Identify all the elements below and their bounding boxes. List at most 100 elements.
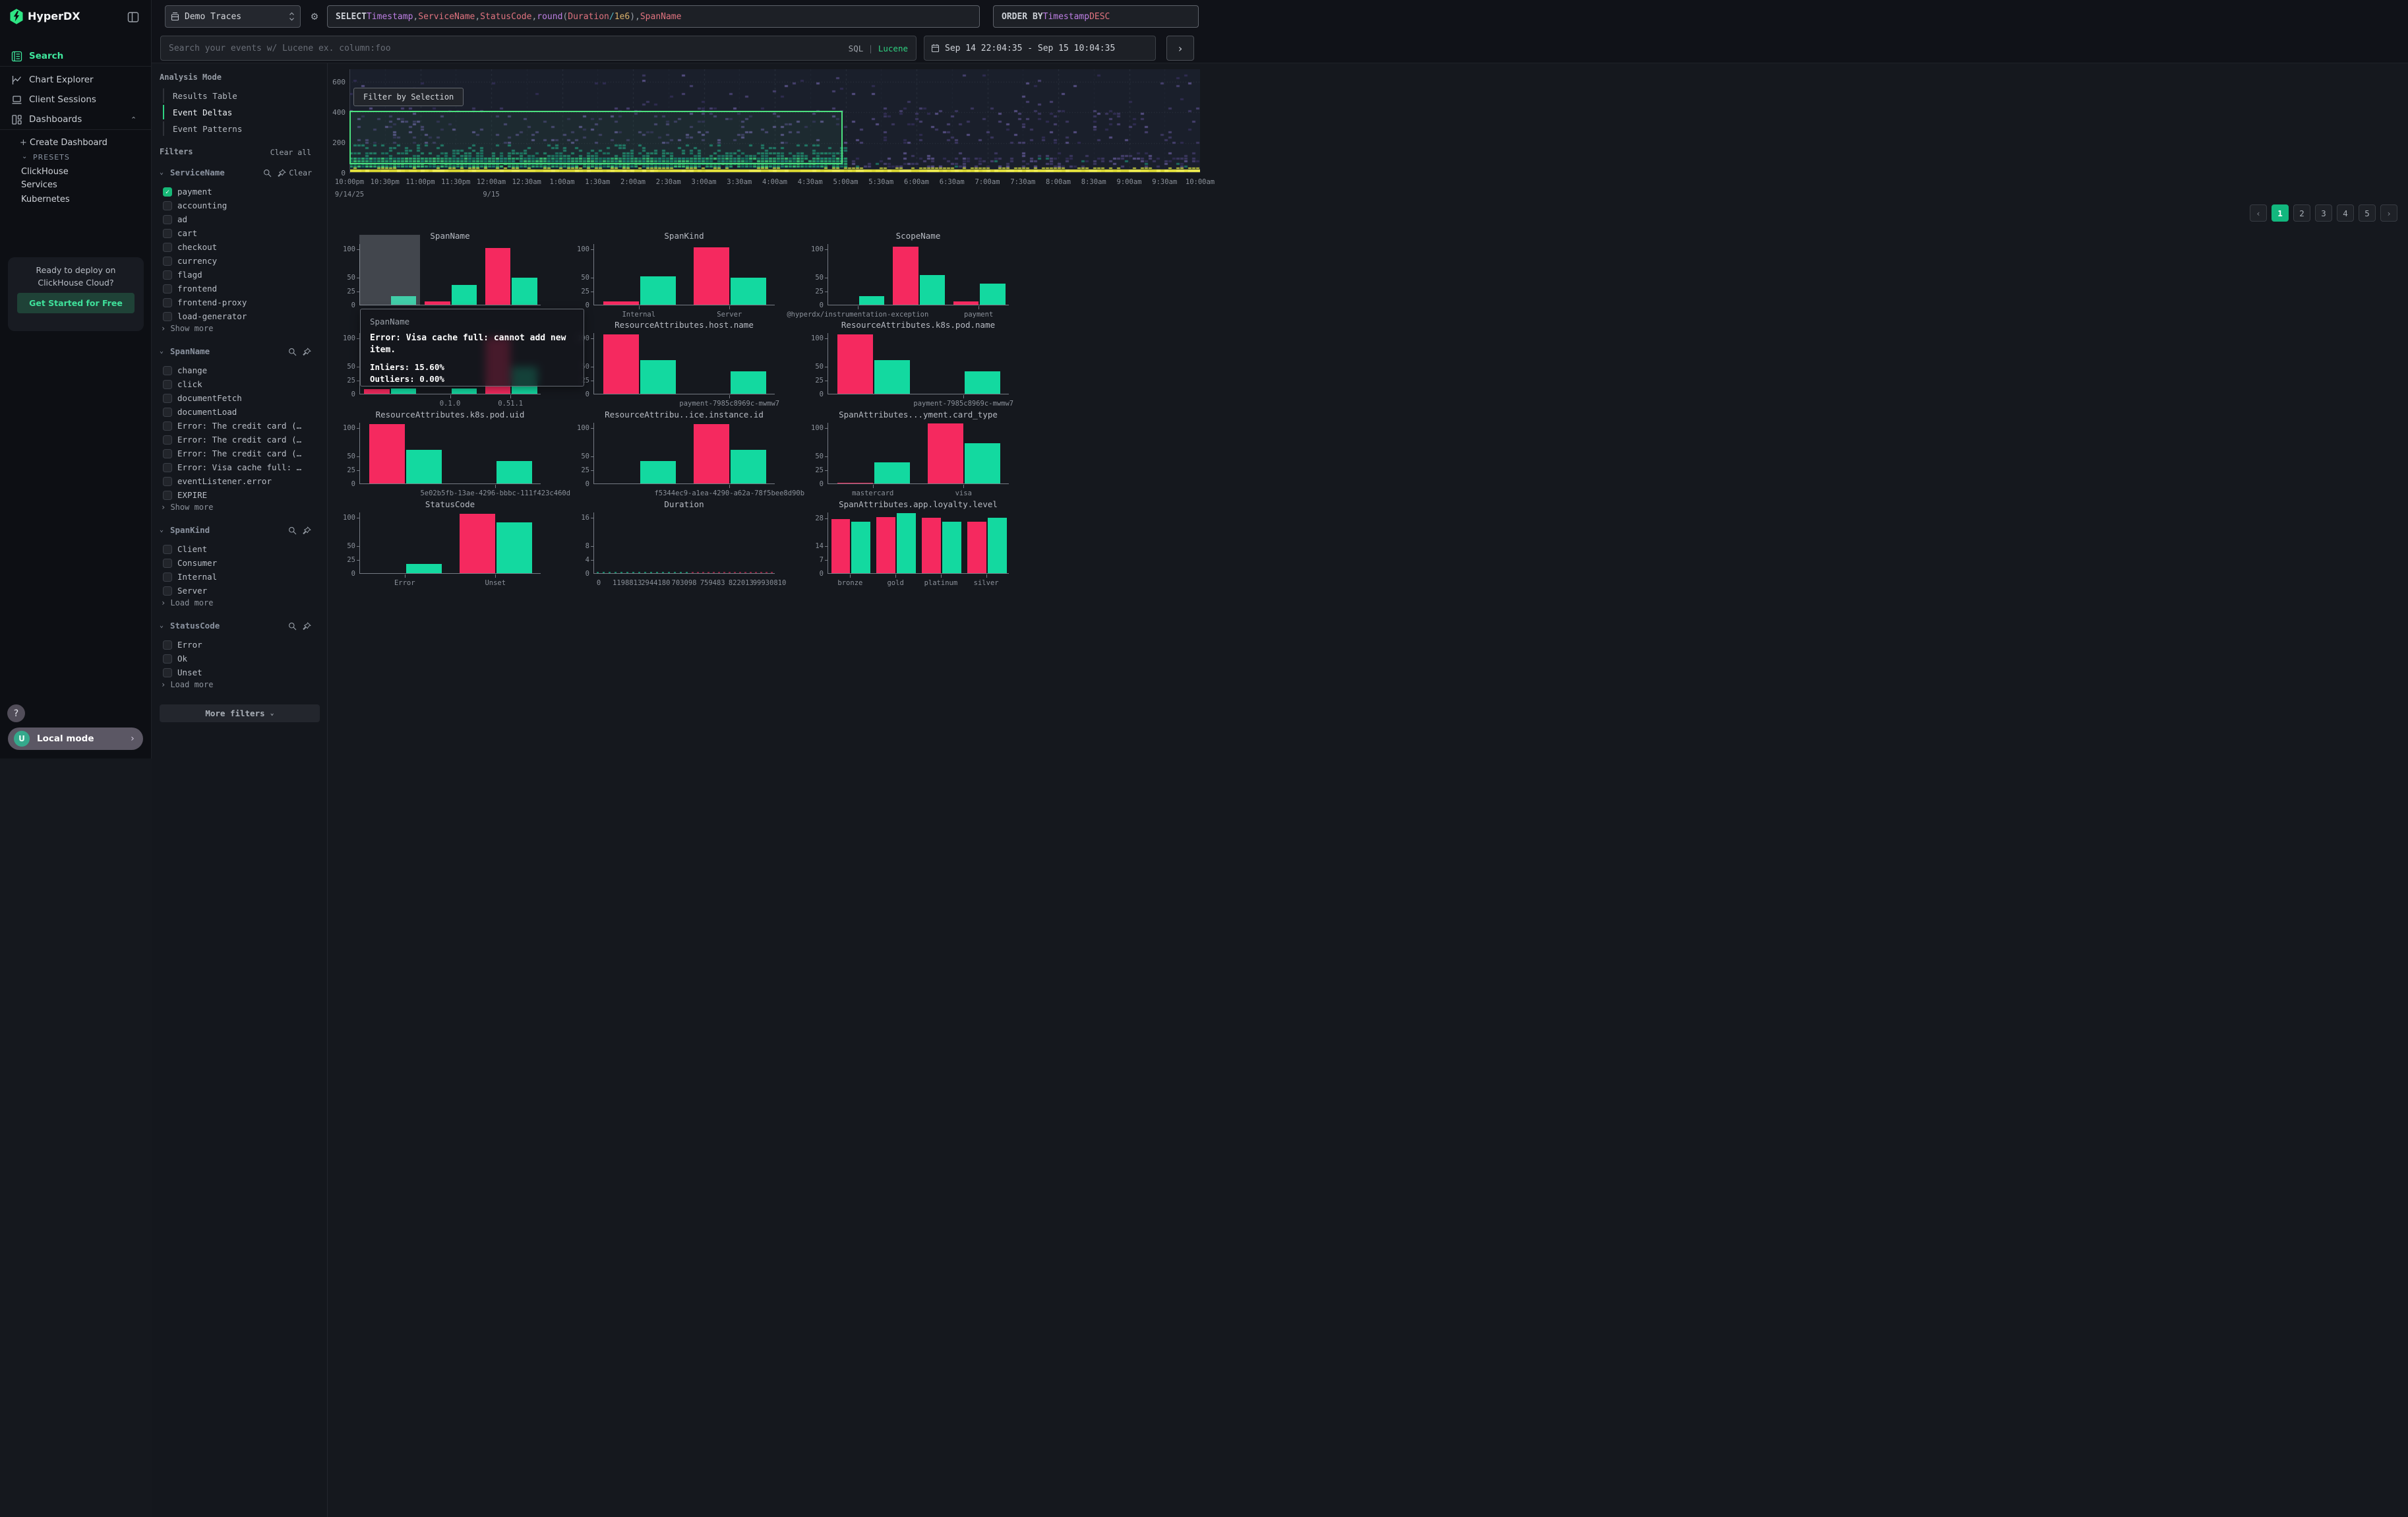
checkbox-unchecked[interactable] <box>163 463 172 472</box>
filter-option[interactable]: Internal <box>152 571 328 584</box>
filter-option[interactable]: currency <box>152 255 328 268</box>
analysis-mode-event-patterns[interactable]: Event Patterns <box>163 121 308 136</box>
page-button-3[interactable]: 3 <box>2315 204 2332 222</box>
checkbox-unchecked[interactable] <box>163 408 172 417</box>
filter-option[interactable]: Error <box>152 638 328 652</box>
filter-group-spanname[interactable]: ⌄SpanName <box>152 346 328 359</box>
checkbox-unchecked[interactable] <box>163 586 172 596</box>
filter-by-selection-button[interactable]: Filter by Selection <box>353 88 464 106</box>
filter-option[interactable]: frontend-proxy <box>152 296 328 310</box>
checkbox-unchecked[interactable] <box>163 312 172 321</box>
filter-option[interactable]: Consumer <box>152 557 328 571</box>
page-button-5[interactable]: 5 <box>2359 204 2376 222</box>
checkbox-unchecked[interactable] <box>163 229 172 238</box>
checkbox-unchecked[interactable] <box>163 573 172 582</box>
filter-option[interactable]: accounting <box>152 199 328 213</box>
filter-option[interactable]: Error: The credit card (… <box>152 419 328 433</box>
local-mode-pill[interactable]: U Local mode › <box>8 728 143 750</box>
checkbox-unchecked[interactable] <box>163 668 172 677</box>
next-page-button[interactable]: › <box>2380 204 2397 222</box>
checkbox-unchecked[interactable] <box>163 284 172 294</box>
checkbox-unchecked[interactable] <box>163 559 172 568</box>
more-filters-button[interactable]: More filters ⌄ <box>160 704 320 722</box>
date-range-input[interactable]: Sep 14 22:04:35 - Sep 15 10:04:35 <box>924 36 1156 61</box>
search-icon[interactable] <box>288 348 297 357</box>
lucene-toggle[interactable]: Lucene <box>878 44 908 53</box>
filter-option[interactable]: documentFetch <box>152 392 328 406</box>
filter-option[interactable]: Client <box>152 543 328 557</box>
filter-option[interactable]: checkout <box>152 241 328 255</box>
checkbox-unchecked[interactable] <box>163 366 172 375</box>
checkbox-unchecked[interactable] <box>163 640 172 650</box>
mini-chart-SpanKind[interactable]: SpanKind02550100InternalServer <box>567 231 801 320</box>
sidebar-item-kubernetes[interactable]: Kubernetes <box>21 195 70 204</box>
filter-option[interactable]: click <box>152 378 328 392</box>
pin-icon[interactable] <box>303 526 312 536</box>
show-more-button[interactable]: › Show more <box>161 503 213 512</box>
filter-option[interactable]: change <box>152 364 328 378</box>
heatmap-selection[interactable] <box>349 111 843 164</box>
search-icon[interactable] <box>288 622 297 631</box>
filter-option[interactable]: ✓payment <box>152 185 328 199</box>
mini-chart-Duration[interactable]: Duration04816011988132944180703098759483… <box>567 499 801 588</box>
checkbox-unchecked[interactable] <box>163 545 172 554</box>
pin-icon[interactable] <box>278 169 287 178</box>
source-select[interactable]: Demo Traces <box>165 5 301 28</box>
clear-all-button[interactable]: Clear all <box>270 148 311 157</box>
sidebar-item-client-sessions[interactable]: Client Sessions <box>0 90 152 109</box>
load-more-button[interactable]: › Load more <box>161 598 213 607</box>
mini-chart-SpanName[interactable]: SpanName02550100 <box>333 231 567 320</box>
analysis-mode-event-deltas[interactable]: Event Deltas <box>163 105 308 119</box>
get-started-button[interactable]: Get Started for Free <box>17 293 135 313</box>
filter-option[interactable]: Error: The credit card (… <box>152 433 328 447</box>
pin-icon[interactable] <box>303 622 312 631</box>
run-query-button[interactable]: › <box>1166 36 1194 61</box>
page-button-4[interactable]: 4 <box>2337 204 2354 222</box>
sidebar-item-clickhouse[interactable]: ClickHouse <box>21 167 69 177</box>
sidebar-item-dashboards[interactable]: Dashboards ⌃ <box>0 109 152 129</box>
filter-option[interactable]: flagd <box>152 268 328 282</box>
checkbox-unchecked[interactable] <box>163 270 172 280</box>
sql-toggle[interactable]: SQL <box>849 44 864 53</box>
checkbox-unchecked[interactable] <box>163 257 172 266</box>
filter-option[interactable]: Ok <box>152 652 328 666</box>
prev-page-button[interactable]: ‹ <box>2250 204 2267 222</box>
sidebar-item-chart-explorer[interactable]: Chart Explorer <box>0 70 152 90</box>
page-button-1[interactable]: 1 <box>2272 204 2289 222</box>
load-more-button[interactable]: › Load more <box>161 680 213 689</box>
checkbox-unchecked[interactable] <box>163 298 172 307</box>
filter-group-servicename[interactable]: ⌄ServiceNameClear <box>152 168 328 181</box>
filter-option[interactable]: Error: The credit card (… <box>152 447 328 461</box>
create-dashboard-button[interactable]: Create Dashboard <box>30 138 107 148</box>
gear-icon[interactable]: ⚙ <box>307 9 322 24</box>
filter-option[interactable]: EXPIRE <box>152 489 328 503</box>
search-icon[interactable] <box>263 169 272 178</box>
checkbox-checked[interactable]: ✓ <box>163 187 172 197</box>
filter-option[interactable]: load-generator <box>152 310 328 324</box>
checkbox-unchecked[interactable] <box>163 435 172 445</box>
checkbox-unchecked[interactable] <box>163 477 172 486</box>
checkbox-unchecked[interactable] <box>163 421 172 431</box>
clear-group-button[interactable]: Clear <box>289 168 312 177</box>
checkbox-unchecked[interactable] <box>163 394 172 403</box>
sidebar-item-services[interactable]: Services <box>21 180 57 190</box>
sidebar-collapse-icon[interactable] <box>127 11 140 24</box>
checkbox-unchecked[interactable] <box>163 215 172 224</box>
mini-chart-SpanAttributes...yment.card_type[interactable]: SpanAttributes...yment.card_type02550100… <box>801 410 1035 499</box>
mini-chart-ResourceAttributes.k8s.pod.name[interactable]: ResourceAttributes.k8s.pod.name02550100p… <box>801 320 1035 409</box>
analysis-mode-results-table[interactable]: Results Table <box>163 88 308 103</box>
checkbox-unchecked[interactable] <box>163 201 172 210</box>
mini-chart-ResourceAttributes.k8s.pod.uid[interactable]: ResourceAttributes.k8s.pod.uid025501005e… <box>333 410 567 499</box>
mini-chart-ScopeName[interactable]: ScopeName02550100@hyperdx/instrumentatio… <box>801 231 1035 320</box>
help-button[interactable]: ? <box>7 704 25 722</box>
order-by-input[interactable]: ORDER BY Timestamp DESC <box>993 5 1199 28</box>
pin-icon[interactable] <box>303 348 312 357</box>
search-input[interactable]: Search your events w/ Lucene ex. column:… <box>160 36 917 61</box>
filter-group-statuscode[interactable]: ⌄StatusCode <box>152 621 328 634</box>
checkbox-unchecked[interactable] <box>163 380 172 389</box>
checkbox-unchecked[interactable] <box>163 243 172 252</box>
mini-chart-ResourceAttributes.host.name[interactable]: ResourceAttributes.host.name02550100paym… <box>567 320 801 409</box>
checkbox-unchecked[interactable] <box>163 449 172 458</box>
filter-option[interactable]: cart <box>152 227 328 241</box>
filter-option[interactable]: ad <box>152 213 328 227</box>
